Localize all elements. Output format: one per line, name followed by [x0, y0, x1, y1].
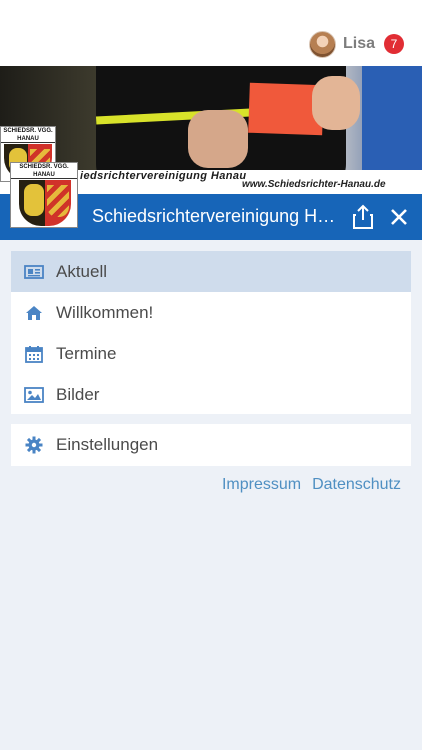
- menu-item-label: Termine: [56, 343, 117, 363]
- close-icon: [391, 209, 407, 225]
- gear-icon: [24, 435, 44, 455]
- notification-badge[interactable]: 7: [384, 34, 404, 54]
- user-name[interactable]: Lisa: [343, 35, 375, 53]
- menu-item-termine[interactable]: Termine: [11, 333, 411, 374]
- crest-logo: SCHIEDSR. VGG. HANAU: [10, 162, 78, 228]
- footer-links: Impressum Datenschutz: [222, 476, 401, 494]
- user-profile[interactable]: Lisa 7: [308, 30, 404, 58]
- close-button[interactable]: [384, 202, 414, 232]
- calendar-icon: [24, 344, 44, 364]
- image-icon: [24, 385, 44, 405]
- datenschutz-link[interactable]: Datenschutz: [312, 476, 401, 494]
- menu-item-label: Bilder: [56, 384, 100, 404]
- impressum-link[interactable]: Impressum: [222, 476, 301, 494]
- settings-menu: Einstellungen: [11, 424, 411, 466]
- share-button[interactable]: [348, 202, 378, 232]
- top-bar: Lisa 7: [0, 0, 422, 66]
- menu-item-bilder[interactable]: Bilder: [11, 374, 411, 415]
- main-menu: Aktuell Willkommen! Termine Bilder: [11, 251, 411, 414]
- menu-item-einstellungen[interactable]: Einstellungen: [11, 424, 411, 465]
- menu-item-label: Aktuell: [56, 261, 108, 281]
- banner-url: www.Schiedsrichter-Hanau.de: [242, 179, 386, 190]
- newspaper-icon: [24, 262, 44, 282]
- menu-item-willkommen[interactable]: Willkommen!: [11, 292, 411, 333]
- banner-title: iedsrichtervereinigung Hanau: [80, 170, 247, 182]
- share-icon: [353, 204, 373, 229]
- avatar[interactable]: [308, 30, 336, 58]
- menu-item-label: Willkommen!: [56, 302, 154, 322]
- menu-item-aktuell[interactable]: Aktuell: [11, 251, 411, 292]
- menu-item-label: Einstellungen: [56, 434, 159, 454]
- home-icon: [24, 303, 44, 323]
- app-title: Schiedsrichtervereinigung Hanau: [92, 206, 340, 226]
